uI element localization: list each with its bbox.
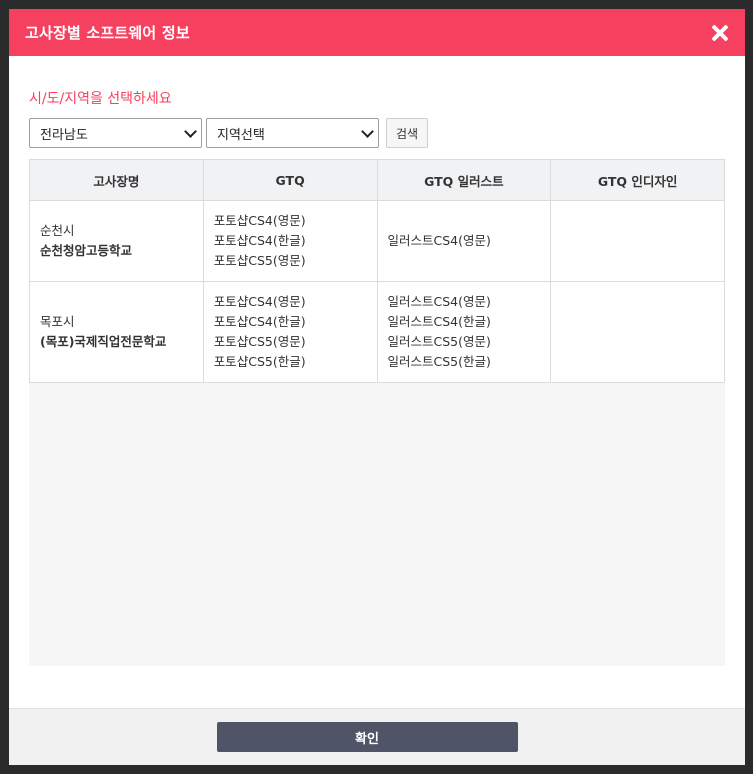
gtq-cell: 포토샵CS4(영문) 포토샵CS4(한글) 포토샵CS5(영문) 포토샵CS5(… [202,281,378,383]
software-item: 포토샵CS4(영문) [213,294,306,309]
region-select-value: 지역선택 [217,127,265,143]
close-icon[interactable] [711,24,729,42]
column-header-gtq-indesign: GTQ 인디자인 [550,159,725,201]
software-item: 일러스트CS4(한글) [387,314,491,329]
column-header-gtq: GTQ [202,159,378,201]
region-select[interactable]: 지역선택 [206,118,379,148]
gtq-indesign-cell [550,281,725,383]
software-item: 포토샵CS5(영문) [213,334,306,349]
column-header-venue: 고사장명 [29,159,204,201]
venue-school: (목포)국제직업전문학교 [40,334,167,349]
modal-header: 고사장별 소프트웨어 정보 [9,9,745,56]
venue-cell: 목포시 (목포)국제직업전문학교 [29,281,204,383]
software-item: 일러스트CS5(영문) [387,334,491,349]
table-row: 순천시 순천청암고등학교 포토샵CS4(영문) 포토샵CS4(한글) 포토샵CS… [29,200,725,282]
gtq-illust-cell: 일러스트CS4(영문) 일러스트CS4(한글) 일러스트CS5(영문) 일러스트… [376,281,552,383]
province-select[interactable]: 전라남도 [29,118,202,148]
gtq-cell: 포토샵CS4(영문) 포토샵CS4(한글) 포토샵CS5(영문) [202,200,378,282]
software-item: 일러스트CS4(영문) [387,233,491,248]
modal-title: 고사장별 소프트웨어 정보 [25,24,190,42]
software-item: 포토샵CS4(영문) [213,213,306,228]
venue-city: 순천시 [40,223,75,238]
table-header-row: 고사장명 GTQ GTQ 일러스트 GTQ 인디자인 [29,159,725,201]
software-item: 일러스트CS5(한글) [387,354,491,369]
venue-school: 순천청암고등학교 [40,243,133,258]
software-item: 일러스트CS4(영문) [387,294,491,309]
software-item: 포토샵CS4(한글) [213,233,306,248]
modal-footer: 확인 [9,708,745,765]
software-item: 포토샵CS5(한글) [213,354,306,369]
search-button[interactable]: 검색 [386,118,428,148]
table-container: 고사장명 GTQ GTQ 일러스트 GTQ 인디자인 순천시 순천청암고등학교 … [29,159,725,666]
gtq-indesign-cell [550,200,725,282]
table-row: 목포시 (목포)국제직업전문학교 포토샵CS4(영문) 포토샵CS4(한글) 포… [29,281,725,383]
venue-city: 목포시 [40,314,75,329]
software-item: 포토샵CS4(한글) [213,314,306,329]
chevron-down-icon [184,124,197,138]
modal-body: 시/도/지역을 선택하세요 전라남도 지역선택 검색 고사장명 GTQ GTQ … [9,88,745,666]
column-header-gtq-illust: GTQ 일러스트 [376,159,552,201]
software-table: 고사장명 GTQ GTQ 일러스트 GTQ 인디자인 순천시 순천청암고등학교 … [29,159,725,383]
filter-controls: 전라남도 지역선택 검색 [29,118,725,148]
software-info-modal: 고사장별 소프트웨어 정보 시/도/지역을 선택하세요 전라남도 지역선택 검색… [9,9,745,765]
software-item: 포토샵CS5(영문) [213,253,306,268]
confirm-button[interactable]: 확인 [216,722,518,752]
chevron-down-icon [361,124,374,138]
region-prompt: 시/도/지역을 선택하세요 [29,91,172,107]
venue-cell: 순천시 순천청암고등학교 [29,200,204,282]
gtq-illust-cell: 일러스트CS4(영문) [376,200,552,282]
province-select-value: 전라남도 [40,127,88,143]
